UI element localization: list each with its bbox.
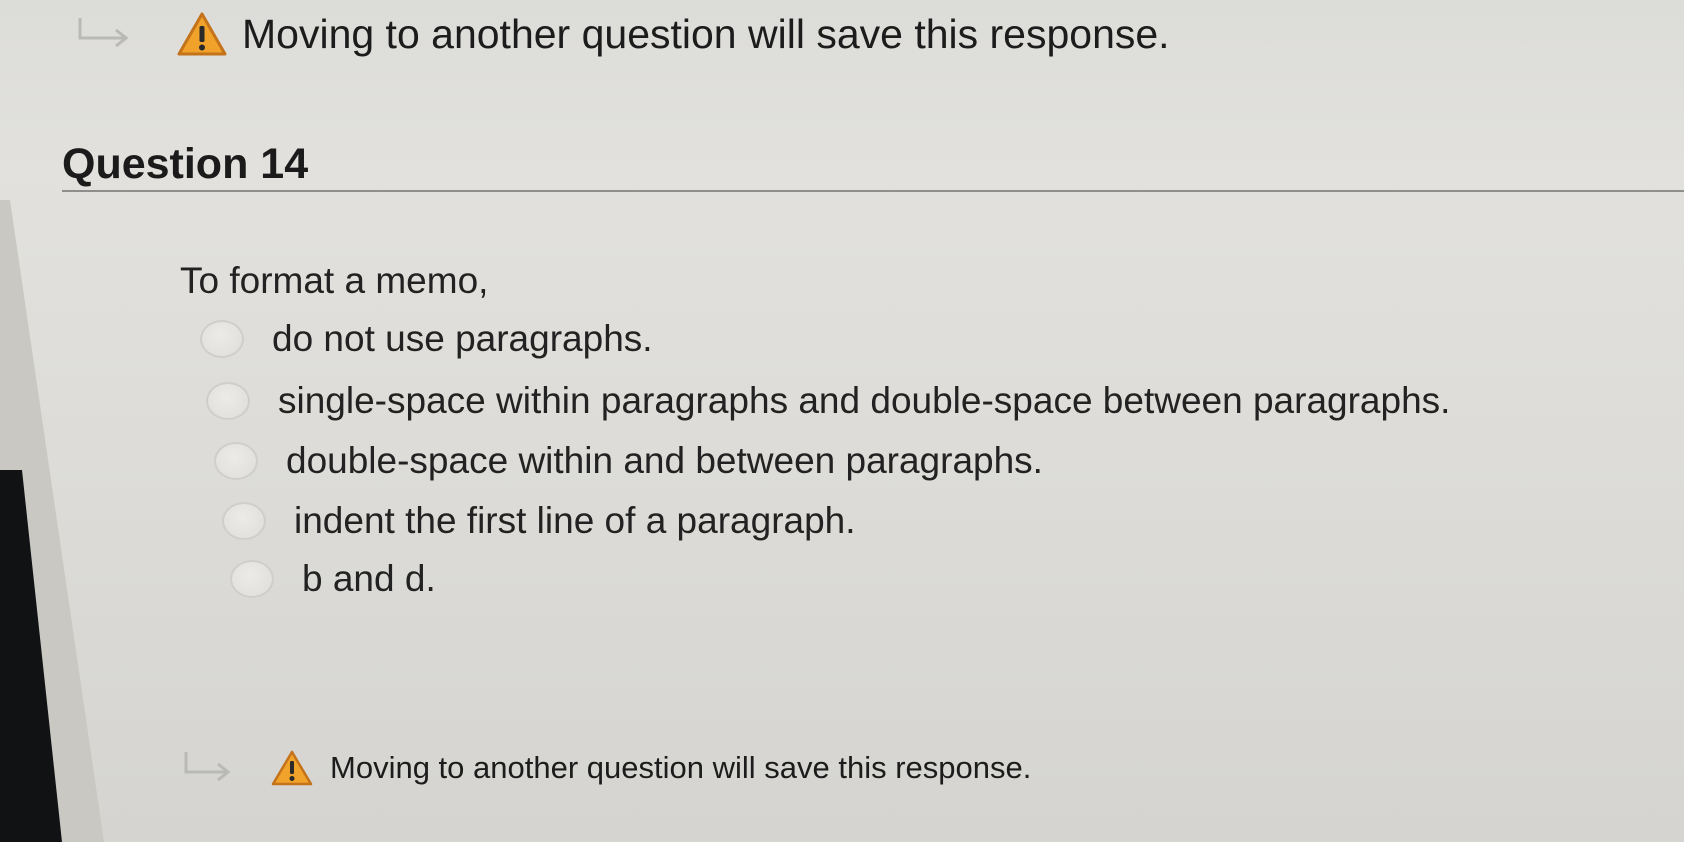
answer-option-label: do not use paragraphs.	[272, 318, 653, 359]
answer-option-a[interactable]: do not use paragraphs.	[200, 318, 653, 360]
save-warning-text: Moving to another question will save thi…	[242, 10, 1170, 57]
question-title: Question 14	[62, 140, 309, 188]
answer-option-label: indent the first line of a paragraph.	[294, 500, 856, 541]
question-prompt: To format a memo,	[180, 260, 489, 301]
radio-button[interactable]	[214, 442, 258, 480]
warning-icon	[176, 11, 228, 57]
return-arrow-icon	[72, 14, 136, 54]
answer-option-label: b and d.	[302, 558, 436, 599]
return-arrow-icon	[180, 750, 236, 786]
radio-button[interactable]	[200, 320, 244, 358]
question-divider	[62, 190, 1684, 192]
answer-option-label: double-space within and between paragrap…	[286, 440, 1043, 481]
radio-button[interactable]	[206, 382, 250, 420]
save-warning-notice-bottom: Moving to another question will save thi…	[180, 746, 1031, 790]
answer-option-c[interactable]: double-space within and between paragrap…	[214, 440, 1043, 482]
answer-option-e[interactable]: b and d.	[230, 558, 436, 600]
warning-icon	[270, 749, 314, 787]
answer-option-b[interactable]: single-space within paragraphs and doubl…	[206, 380, 1450, 422]
answer-option-label: single-space within paragraphs and doubl…	[278, 380, 1451, 421]
radio-button[interactable]	[222, 502, 266, 540]
radio-button[interactable]	[230, 560, 274, 598]
save-warning-text: Moving to another question will save thi…	[330, 750, 1032, 785]
answer-option-d[interactable]: indent the first line of a paragraph.	[222, 500, 856, 542]
save-warning-notice-top: Moving to another question will save thi…	[72, 8, 1170, 60]
